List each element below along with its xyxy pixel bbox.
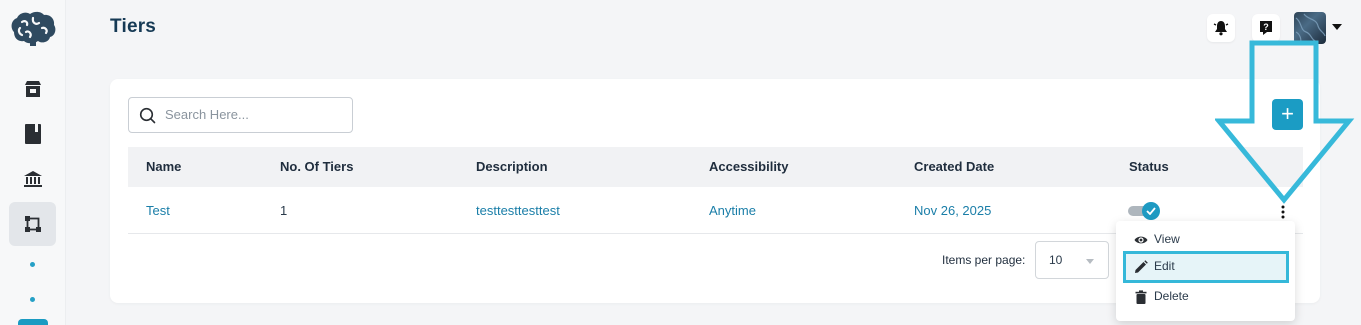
sidebar-subitem-dot[interactable] xyxy=(30,262,35,267)
search-input[interactable]: Search Here... xyxy=(128,97,353,133)
column-header-accessibility[interactable]: Accessibility xyxy=(709,159,789,174)
column-header-status[interactable]: Status xyxy=(1129,159,1169,174)
eye-icon xyxy=(1134,236,1148,244)
annotation-arrow-icon xyxy=(1215,40,1355,204)
bank-icon xyxy=(24,171,42,187)
kebab-menu-icon[interactable] xyxy=(1280,205,1286,219)
store-icon xyxy=(25,81,41,97)
menu-label-edit: Edit xyxy=(1154,259,1175,273)
chevron-down-icon xyxy=(1086,259,1094,264)
page-title: Tiers xyxy=(110,16,157,37)
sidebar-item-bank[interactable] xyxy=(20,166,46,192)
menu-item-edit[interactable]: Edit xyxy=(1116,252,1295,282)
tier-created-date: Nov 26, 2025 xyxy=(914,203,992,218)
menu-label-view: View xyxy=(1154,232,1180,246)
sidebar-bottom-item[interactable] xyxy=(18,319,48,325)
notification-button[interactable] xyxy=(1207,14,1235,42)
menu-item-delete[interactable]: Delete xyxy=(1116,282,1295,312)
tier-description: testtesttesttest xyxy=(476,203,560,218)
book-icon xyxy=(25,124,41,144)
tier-name-link[interactable]: Test xyxy=(146,203,170,218)
trash-icon xyxy=(1135,290,1147,304)
brain-logo-icon[interactable] xyxy=(8,10,58,46)
items-per-page-label: Items per page: xyxy=(942,253,1026,267)
help-icon: ? xyxy=(1260,21,1272,35)
sidebar-item-book[interactable] xyxy=(20,121,46,147)
sidebar-item-store[interactable] xyxy=(20,76,46,102)
sidebar-tiers-icon-wrap xyxy=(20,211,46,237)
svg-text:?: ? xyxy=(1263,22,1269,32)
tier-accessibility: Anytime xyxy=(709,203,756,218)
items-per-page-select[interactable]: 10 xyxy=(1035,241,1109,279)
tiers-icon xyxy=(25,216,41,232)
account-menu-caret-icon[interactable] xyxy=(1332,24,1342,30)
tier-count: 1 xyxy=(280,203,288,218)
toggle-knob xyxy=(1142,202,1160,220)
sidebar xyxy=(0,0,66,325)
help-button[interactable]: ? xyxy=(1252,14,1280,42)
pencil-icon xyxy=(1135,260,1148,273)
table-header: Name No. Of Tiers Description Accessibil… xyxy=(128,147,1303,187)
column-header-description[interactable]: Description xyxy=(476,159,548,174)
check-icon xyxy=(1146,207,1156,215)
menu-label-delete: Delete xyxy=(1154,289,1189,303)
search-placeholder: Search Here... xyxy=(165,107,249,122)
items-per-page-value: 10 xyxy=(1049,253,1063,267)
sidebar-subitem-dot[interactable] xyxy=(30,297,35,302)
bell-icon xyxy=(1213,21,1229,36)
column-header-tiers[interactable]: No. Of Tiers xyxy=(280,159,353,174)
search-icon xyxy=(139,107,156,124)
status-toggle[interactable] xyxy=(1128,202,1160,220)
menu-item-view[interactable]: View xyxy=(1116,225,1295,255)
column-header-name[interactable]: Name xyxy=(146,159,181,174)
column-header-created-date[interactable]: Created Date xyxy=(914,159,994,174)
